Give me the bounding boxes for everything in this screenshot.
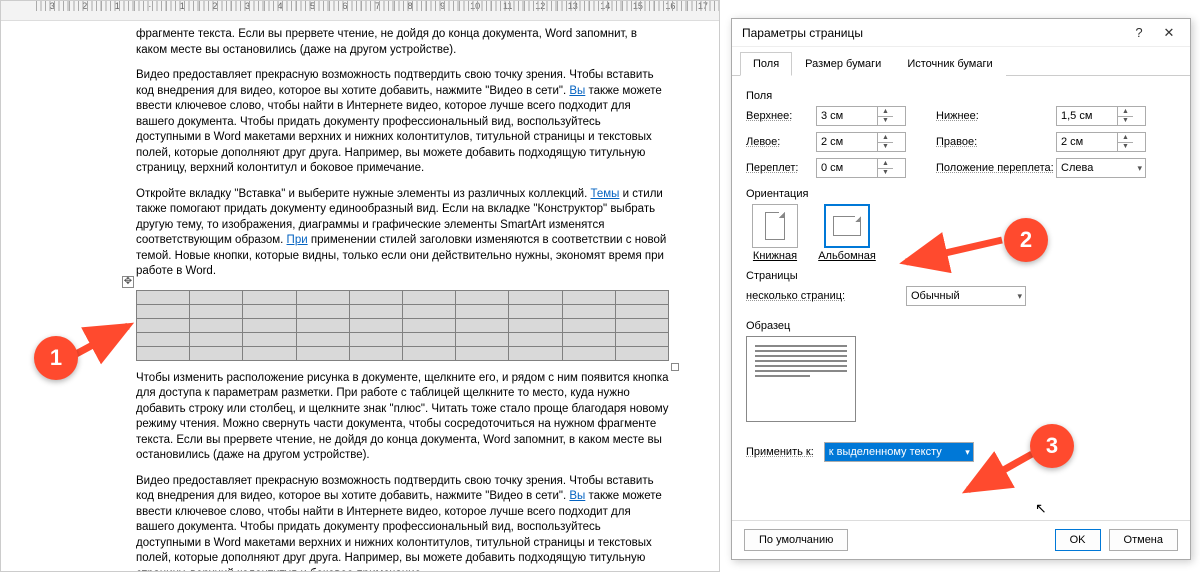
spinner-down-icon[interactable]: ▼ (878, 143, 893, 152)
spinner-up-icon[interactable]: ▲ (1118, 107, 1133, 117)
table-move-handle-icon[interactable]: ✥ (122, 276, 134, 288)
paragraph[interactable]: Чтобы изменить расположение рисунка в до… (136, 371, 669, 464)
spinner-up-icon[interactable]: ▲ (878, 107, 893, 117)
spinner-up-icon[interactable]: ▲ (878, 133, 893, 143)
group-margins-label: Поля (746, 90, 1176, 102)
close-button[interactable]: ✕ (1154, 25, 1184, 41)
apply-to-label: Применить к: (746, 446, 814, 458)
bottom-margin-label: Нижнее: (936, 110, 1056, 122)
tab-paper-source[interactable]: Источник бумаги (894, 52, 1005, 76)
gutter-label: Переплет: (746, 162, 816, 174)
right-margin-label: Правое: (936, 136, 1056, 148)
dialog-tabs: Поля Размер бумаги Источник бумаги (732, 51, 1190, 76)
hyperlink[interactable]: При (287, 234, 308, 246)
group-orientation-label: Ориентация (746, 188, 1176, 200)
paragraph[interactable]: фрагменте текста. Если вы прервете чтени… (136, 27, 669, 58)
spinner-down-icon[interactable]: ▼ (878, 169, 893, 178)
horizontal-ruler[interactable]: 321 ·12 345 678 91011 121314 151617 (1, 1, 719, 21)
ok-button[interactable]: OK (1055, 529, 1101, 551)
left-margin-input[interactable]: ▲▼ (816, 132, 906, 152)
callout-1-arrow-icon (72, 320, 142, 363)
top-margin-label: Верхнее: (746, 110, 816, 122)
tab-paper-size[interactable]: Размер бумаги (792, 52, 894, 76)
orientation-portrait[interactable]: Книжная (746, 204, 804, 262)
spinner-down-icon[interactable]: ▼ (1118, 143, 1133, 152)
spinner-down-icon[interactable]: ▼ (878, 117, 893, 126)
right-margin-input[interactable]: ▲▼ (1056, 132, 1146, 152)
cancel-button[interactable]: Отмена (1109, 529, 1178, 551)
spinner-up-icon[interactable]: ▲ (1118, 133, 1133, 143)
hyperlink[interactable]: Вы (569, 85, 585, 97)
portrait-icon (752, 204, 798, 248)
left-margin-label: Левое: (746, 136, 816, 148)
callout-2: 2 (1004, 218, 1048, 262)
spinner-up-icon[interactable]: ▲ (878, 159, 893, 169)
hyperlink[interactable]: Темы (590, 188, 619, 200)
callout-3-arrow-icon (960, 450, 1040, 503)
apply-to-select[interactable]: к выделенному тексту (824, 442, 974, 462)
callout-1: 1 (34, 336, 78, 380)
callout-3: 3 (1030, 424, 1074, 468)
gutter-position-select[interactable]: Слева (1056, 158, 1146, 178)
top-margin-input[interactable]: ▲▼ (816, 106, 906, 126)
dialog-titlebar[interactable]: Параметры страницы ? ✕ (732, 19, 1190, 47)
paragraph[interactable]: Видео предоставляет прекрасную возможнос… (136, 68, 669, 177)
paragraph[interactable]: Видео предоставляет прекрасную возможнос… (136, 474, 669, 572)
selected-table[interactable] (136, 290, 669, 361)
orientation-landscape[interactable]: Альбомная (818, 204, 876, 262)
landscape-icon (824, 204, 870, 248)
document-body[interactable]: фрагменте текста. Если вы прервете чтени… (1, 21, 719, 572)
table-resize-handle-icon[interactable] (671, 363, 679, 371)
paragraph[interactable]: Откройте вкладку "Вставка" и выберите ну… (136, 187, 669, 280)
cursor-icon: ↖ (1035, 500, 1047, 517)
tab-margins[interactable]: Поля (740, 52, 792, 76)
document-window: 321 ·12 345 678 91011 121314 151617 фраг… (0, 0, 720, 572)
multi-pages-select[interactable]: Обычный (906, 286, 1026, 306)
spinner-down-icon[interactable]: ▼ (1118, 117, 1133, 126)
callout-2-arrow-icon (898, 232, 1008, 275)
bottom-margin-input[interactable]: ▲▼ (1056, 106, 1146, 126)
hyperlink[interactable]: Вы (569, 490, 585, 502)
gutter-input[interactable]: ▲▼ (816, 158, 906, 178)
gutter-position-label: Положение переплета: (936, 162, 1056, 174)
group-sample-label: Образец (746, 320, 1176, 332)
help-button[interactable]: ? (1124, 25, 1154, 40)
multi-pages-label: несколько страниц: (746, 290, 886, 302)
page-preview (746, 336, 856, 422)
dialog-title: Параметры страницы (742, 26, 1124, 40)
default-button[interactable]: По умолчанию (744, 529, 848, 551)
